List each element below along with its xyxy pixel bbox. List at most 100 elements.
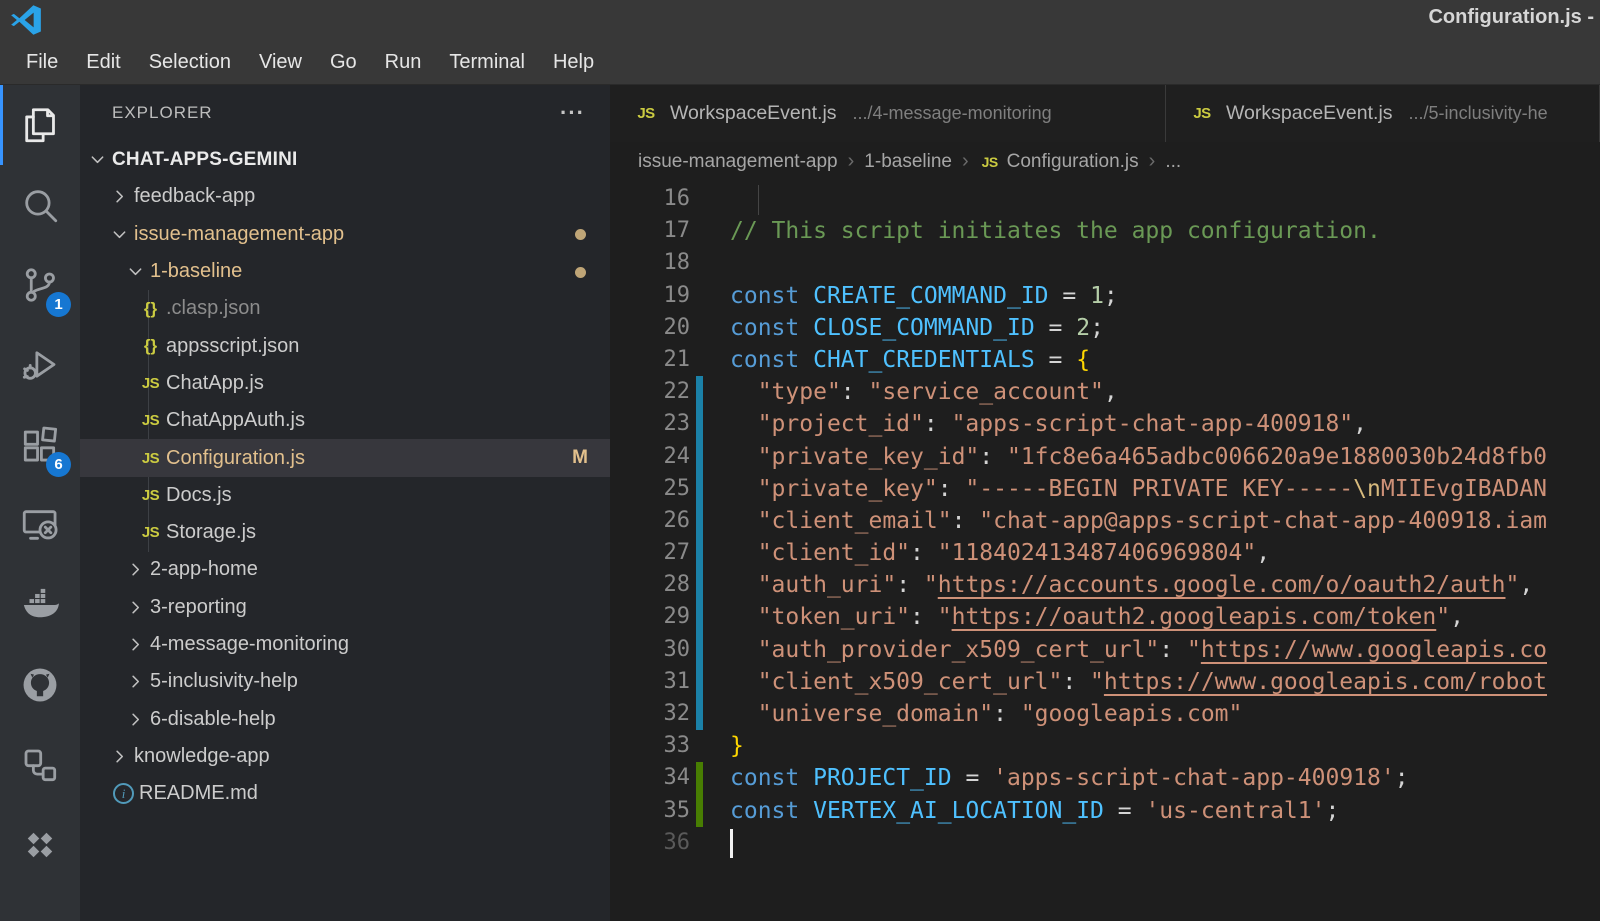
gutter-modified-indicator <box>696 505 703 537</box>
file-tree: CHAT-APPS-GEMINIfeedback-appissue-manage… <box>80 141 610 812</box>
code-line-25[interactable]: 25 "private_key": "-----BEGIN PRIVATE KE… <box>610 473 1600 505</box>
tree-item-storage-js[interactable]: JSStorage.js <box>80 514 610 551</box>
git-modified-dot <box>575 229 586 240</box>
activity-extensions-icon[interactable]: 6 <box>0 405 80 485</box>
code-line-19[interactable]: 19const CREATE_COMMAND_ID = 1; <box>610 280 1600 312</box>
chevron-down-icon <box>88 150 112 169</box>
breadcrumb: issue-management-app›1-baseline›JSConfig… <box>610 142 1600 181</box>
code-line-34[interactable]: 34const PROJECT_ID = 'apps-script-chat-a… <box>610 762 1600 794</box>
code-line-32[interactable]: 32 "universe_domain": "googleapis.com" <box>610 698 1600 730</box>
workspace-root-item[interactable]: CHAT-APPS-GEMINI <box>80 141 610 178</box>
item-label: 3-reporting <box>150 596 247 619</box>
tree-item-2-app-home[interactable]: 2-app-home <box>80 551 610 588</box>
tree-item-knowledge-app[interactable]: knowledge-app <box>80 738 610 775</box>
code-line-17[interactable]: 17// This script initiates the app confi… <box>610 215 1600 247</box>
code-line-18[interactable]: 18 <box>610 247 1600 279</box>
explorer-sidebar: EXPLORER ··· CHAT-APPS-GEMINIfeedback-ap… <box>80 85 610 921</box>
tree-item-1-baseline[interactable]: 1-baseline <box>80 253 610 290</box>
breadcrumb-item[interactable]: ... <box>1165 151 1181 173</box>
gutter <box>696 183 703 215</box>
tree-item--clasp-json[interactable]: {}.clasp.json <box>80 290 610 327</box>
explorer-actions-button[interactable]: ··· <box>560 100 585 126</box>
gutter-modified-indicator <box>696 601 703 633</box>
tab-description: .../5-inclusivity-he <box>1409 103 1548 124</box>
menu-edit[interactable]: Edit <box>72 47 134 78</box>
menu-run[interactable]: Run <box>371 47 436 78</box>
item-label: knowledge-app <box>134 745 270 768</box>
code-text: "client_email": "chat-app@apps-script-ch… <box>703 505 1547 537</box>
line-number: 19 <box>610 280 690 312</box>
code-line-36[interactable]: 36 <box>610 827 1600 859</box>
activity-docker-icon[interactable] <box>0 565 80 645</box>
activity-github-icon[interactable] <box>0 645 80 725</box>
menu-terminal[interactable]: Terminal <box>435 47 539 78</box>
code-line-24[interactable]: 24 "private_key_id": "1fc8e6a465adbc0066… <box>610 441 1600 473</box>
tree-item-6-disable-help[interactable]: 6-disable-help <box>80 700 610 737</box>
breadcrumb-item[interactable]: JSConfiguration.js <box>979 151 1139 173</box>
activity-run-debug-icon[interactable] <box>0 325 80 405</box>
tree-item-appsscript-json[interactable]: {}appsscript.json <box>80 327 610 364</box>
activity-remote-explorer-icon[interactable] <box>0 485 80 565</box>
code-line-20[interactable]: 20const CLOSE_COMMAND_ID = 2; <box>610 312 1600 344</box>
code-line-21[interactable]: 21const CHAT_CREDENTIALS = { <box>610 344 1600 376</box>
menu-view[interactable]: View <box>245 47 316 78</box>
tab-description: .../4-message-monitoring <box>853 103 1052 124</box>
code-line-22[interactable]: 22 "type": "service_account", <box>610 376 1600 408</box>
code-line-31[interactable]: 31 "client_x509_cert_url": "https://www.… <box>610 666 1600 698</box>
breadcrumb-item[interactable]: 1-baseline <box>864 151 952 173</box>
tree-item-readme-md[interactable]: iREADME.md <box>80 775 610 812</box>
activity-search-icon[interactable] <box>0 165 80 245</box>
menu-file[interactable]: File <box>12 47 72 78</box>
code-line-28[interactable]: 28 "auth_uri": "https://accounts.google.… <box>610 569 1600 601</box>
code-text: const CLOSE_COMMAND_ID = 2; <box>703 312 1104 344</box>
code-line-23[interactable]: 23 "project_id": "apps-script-chat-app-4… <box>610 408 1600 440</box>
gutter <box>696 247 703 279</box>
code-text: const CHAT_CREDENTIALS = { <box>703 344 1090 376</box>
js-file-icon: JS <box>634 105 658 122</box>
activity-source-control-icon[interactable]: 1 <box>0 245 80 325</box>
window-title: Configuration.js - <box>1428 6 1594 29</box>
code-text: } <box>703 730 744 762</box>
menu-selection[interactable]: Selection <box>135 47 245 78</box>
code-text: "private_key_id": "1fc8e6a465adbc006620a… <box>703 441 1547 473</box>
tree-item-chatapp-js[interactable]: JSChatApp.js <box>80 365 610 402</box>
menu-help[interactable]: Help <box>539 47 608 78</box>
item-label: 2-app-home <box>150 558 258 581</box>
item-label: ChatApp.js <box>166 372 264 395</box>
menu-go[interactable]: Go <box>316 47 371 78</box>
activity-diamond-grid-icon[interactable] <box>0 805 80 885</box>
breadcrumb-item[interactable]: issue-management-app <box>638 151 838 173</box>
item-label: 1-baseline <box>150 260 242 283</box>
gutter-modified-indicator <box>696 408 703 440</box>
tree-item-4-message-monitoring[interactable]: 4-message-monitoring <box>80 626 610 663</box>
tree-item-configuration-js[interactable]: JSConfiguration.jsM <box>80 439 610 476</box>
editor-tab-1[interactable]: JSWorkspaceEvent.js.../4-message-monitor… <box>610 85 1166 142</box>
code-text: "auth_provider_x509_cert_url": "https://… <box>703 634 1547 666</box>
code-line-16[interactable]: 16 <box>610 183 1600 215</box>
tree-item-3-reporting[interactable]: 3-reporting <box>80 589 610 626</box>
item-label: 6-disable-help <box>150 708 276 731</box>
code-line-30[interactable]: 30 "auth_provider_x509_cert_url": "https… <box>610 634 1600 666</box>
chevron-right-icon <box>126 672 150 691</box>
chevron-right-icon <box>126 635 150 654</box>
tree-item-feedback-app[interactable]: feedback-app <box>80 178 610 215</box>
tab-title: WorkspaceEvent.js <box>1226 102 1393 125</box>
js-file-icon: JS <box>979 154 1001 170</box>
code-line-29[interactable]: 29 "token_uri": "https://oauth2.googleap… <box>610 601 1600 633</box>
tree-item-5-inclusivity-help[interactable]: 5-inclusivity-help <box>80 663 610 700</box>
tree-item-issue-management-app[interactable]: issue-management-app <box>80 216 610 253</box>
code-line-35[interactable]: 35const VERTEX_AI_LOCATION_ID = 'us-cent… <box>610 795 1600 827</box>
editor-tab-2[interactable]: JSWorkspaceEvent.js.../5-inclusivity-he <box>1166 85 1600 142</box>
code-text: "client_x509_cert_url": "https://www.goo… <box>703 666 1547 698</box>
activity-explorer-icon[interactable] <box>0 85 80 165</box>
item-label: .clasp.json <box>166 297 261 320</box>
line-number: 16 <box>610 183 690 215</box>
tree-item-chatappauth-js[interactable]: JSChatAppAuth.js <box>80 402 610 439</box>
sidebar-title: EXPLORER <box>112 103 213 123</box>
code-line-26[interactable]: 26 "client_email": "chat-app@apps-script… <box>610 505 1600 537</box>
activity-linked-items-icon[interactable] <box>0 725 80 805</box>
tree-item-docs-js[interactable]: JSDocs.js <box>80 477 610 514</box>
code-line-27[interactable]: 27 "client_id": "118402413487406969804", <box>610 537 1600 569</box>
code-line-33[interactable]: 33} <box>610 730 1600 762</box>
breadcrumb-label: issue-management-app <box>638 151 838 173</box>
